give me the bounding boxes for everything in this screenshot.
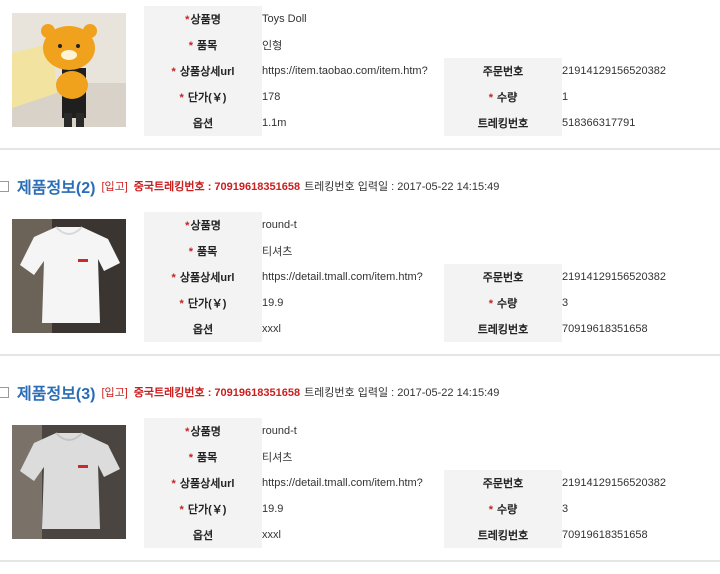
- label-tracking-no: 트레킹번호: [444, 522, 562, 548]
- category-value: 인형: [262, 40, 283, 52]
- section-divider: [0, 148, 720, 150]
- label-tracking-no: 트레킹번호: [444, 110, 562, 136]
- label-price: * 단가(￥): [144, 290, 262, 316]
- tracking-no-value: 70919618351658: [562, 529, 648, 541]
- label-option: 옵션: [144, 316, 262, 342]
- product-title: 제품정보(2): [17, 180, 96, 197]
- price-value: 19.9: [262, 297, 284, 309]
- product-select-checkbox[interactable]: [0, 180, 9, 192]
- label-category: * 품목: [144, 238, 262, 264]
- product-url-link[interactable]: https://item.taobao.com/item.htm?: [262, 58, 444, 84]
- option-value: xxxl: [262, 529, 281, 541]
- product-url-link[interactable]: https://detail.tmall.com/item.htm?: [262, 470, 444, 496]
- category-value: 티셔츠: [262, 246, 293, 258]
- label-order-no: 주문번호: [444, 264, 562, 290]
- price-value: 178: [262, 91, 281, 103]
- label-qty: * 수량: [444, 84, 562, 110]
- product-thumbnail[interactable]: [12, 219, 126, 333]
- section-divider: [0, 354, 720, 356]
- option-value: xxxl: [262, 323, 281, 335]
- product-name-value: Toys Doll: [262, 13, 307, 25]
- label-price: * 단가(￥): [144, 496, 262, 522]
- product-thumbnail[interactable]: [12, 13, 126, 127]
- label-product-name: *상품명: [144, 6, 262, 32]
- product-title: 제품정보(3): [17, 386, 96, 403]
- product-select-checkbox[interactable]: [0, 386, 9, 398]
- order-no-value: 21914129156520382: [562, 271, 667, 283]
- label-order-no: 주문번호: [444, 58, 562, 84]
- product-thumbnail[interactable]: [12, 425, 126, 539]
- product-info-table: *상품명 Toys Doll * 품목 인형 * 상품상세url https:/…: [144, 6, 700, 136]
- white-tshirt-image: [12, 219, 126, 333]
- grey-tshirt-image: [12, 425, 126, 539]
- label-category: * 품목: [144, 32, 262, 58]
- label-qty: * 수량: [444, 290, 562, 316]
- label-qty: * 수량: [444, 496, 562, 522]
- label-option: 옵션: [144, 110, 262, 136]
- label-url: * 상품상세url: [144, 264, 262, 290]
- option-value: 1.1m: [262, 117, 287, 129]
- label-url: * 상품상세url: [144, 470, 262, 496]
- tracking-date: 트레킹번호 입력일 : 2017-05-22 14:15:49: [304, 181, 500, 193]
- product-name-value: round-t: [262, 425, 297, 437]
- product-header: 제품정보(2) [입고] 중국트레킹번호 : 70919618351658 트레…: [0, 173, 499, 199]
- label-option: 옵션: [144, 522, 262, 548]
- label-price: * 단가(￥): [144, 84, 262, 110]
- label-product-name: *상품명: [144, 418, 262, 444]
- product-header: 제품정보(3) [입고] 중국트레킹번호 : 70919618351658 트레…: [0, 379, 499, 405]
- qty-value: 1: [562, 91, 569, 103]
- price-value: 19.9: [262, 503, 284, 515]
- order-no-value: 21914129156520382: [562, 65, 667, 77]
- product-info-table: *상품명 round-t * 품목 티셔츠 * 상품상세url https://…: [144, 418, 700, 548]
- status-tag: [입고]: [101, 387, 128, 399]
- tracking-no-value: 70919618351658: [562, 323, 648, 335]
- product-name-value: round-t: [262, 219, 297, 231]
- qty-value: 3: [562, 297, 569, 309]
- label-category: * 품목: [144, 444, 262, 470]
- label-url: * 상품상세url: [144, 58, 262, 84]
- status-tag: [입고]: [101, 181, 128, 193]
- label-tracking-no: 트레킹번호: [444, 316, 562, 342]
- bear-doll-image: [12, 13, 126, 127]
- product-info-table: *상품명 round-t * 품목 티셔츠 * 상품상세url https://…: [144, 212, 700, 342]
- tracking-date: 트레킹번호 입력일 : 2017-05-22 14:15:49: [304, 387, 500, 399]
- order-no-value: 21914129156520382: [562, 477, 667, 489]
- label-order-no: 주문번호: [444, 470, 562, 496]
- product-url-link[interactable]: https://detail.tmall.com/item.htm?: [262, 264, 444, 290]
- section-divider: [0, 560, 720, 562]
- cn-tracking-number: 중국트레킹번호 : 70919618351658: [133, 181, 301, 193]
- category-value: 티셔츠: [262, 452, 293, 464]
- label-product-name: *상품명: [144, 212, 262, 238]
- tracking-no-value: 518366317791: [562, 117, 636, 129]
- qty-value: 3: [562, 503, 569, 515]
- cn-tracking-number: 중국트레킹번호 : 70919618351658: [133, 387, 301, 399]
